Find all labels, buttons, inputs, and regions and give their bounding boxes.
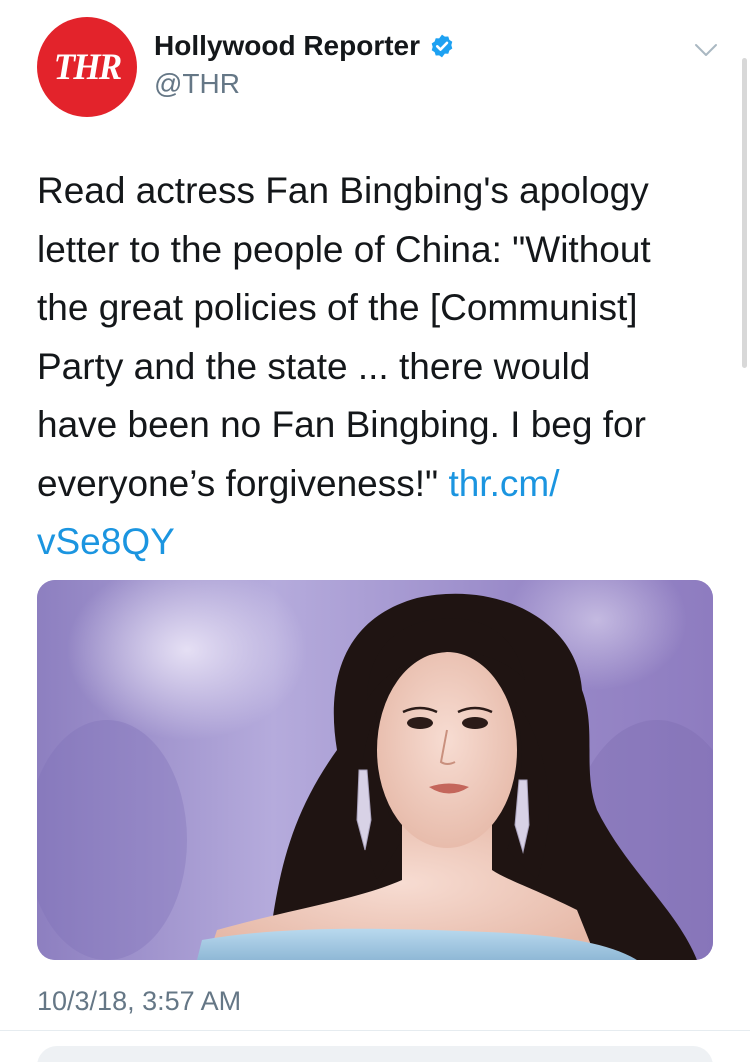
tweet-text-line: the great policies of the [Communist] xyxy=(37,287,638,328)
tweet-text-line: have been no Fan Bingbing. I beg for xyxy=(37,404,646,445)
photo-illustration xyxy=(37,580,713,960)
tweet-card: THR Hollywood Reporter @THR Read actress… xyxy=(0,0,750,1062)
author-handle[interactable]: @THR xyxy=(154,68,240,100)
tweet-link-continued[interactable]: vSe8QY xyxy=(37,513,727,572)
tweet-timestamp[interactable]: 10/3/18, 3:57 AM xyxy=(37,986,241,1017)
tweet-text-line: letter to the people of China: "Without xyxy=(37,228,651,270)
avatar-logo-text: THR xyxy=(53,46,122,88)
tweet-text-line: everyone’s forgiveness!" xyxy=(37,462,449,504)
chevron-down-icon[interactable] xyxy=(694,40,718,60)
tweet-text: Read actress Fan Bingbing's apology lett… xyxy=(37,162,727,572)
tweet-text-line-with-link: everyone’s forgiveness!" thr.cm/ xyxy=(37,455,727,514)
divider xyxy=(0,1030,750,1031)
author-name-row[interactable]: Hollywood Reporter xyxy=(154,30,455,62)
verified-badge-icon xyxy=(431,34,453,58)
scroll-indicator xyxy=(742,58,747,368)
avatar[interactable]: THR xyxy=(37,17,137,117)
tweet-text-line: Read actress Fan Bingbing's apology xyxy=(37,170,649,211)
reply-input-bar[interactable] xyxy=(37,1046,713,1062)
tweet-media-photo[interactable] xyxy=(37,580,713,960)
author-display-name[interactable]: Hollywood Reporter xyxy=(154,30,420,62)
tweet-text-line: Party and the state ... there would xyxy=(37,345,591,387)
tweet-link[interactable]: thr.cm/ xyxy=(448,463,559,504)
